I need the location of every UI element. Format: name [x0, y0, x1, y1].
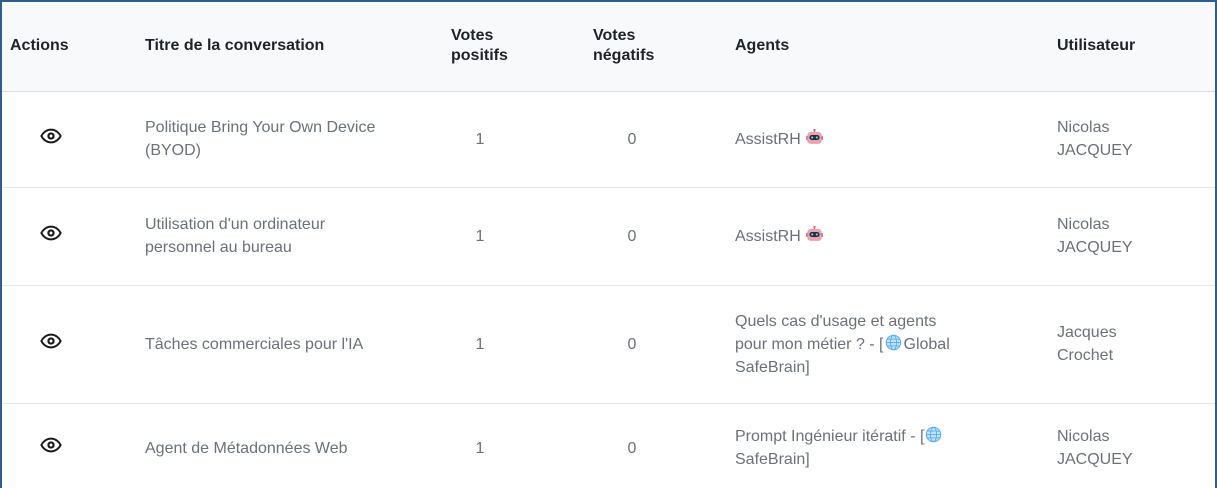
row-actions-cell [2, 403, 107, 488]
row-user-cell: Jacques Crochet [1031, 285, 1215, 404]
row-negative-votes: 0 [571, 285, 713, 404]
row-agent-line2: SafeBrain] [735, 451, 810, 468]
header-row: Actions Titre de la conversation Votes p… [2, 2, 1215, 92]
row-title-line1: Politique Bring Your Own Device [145, 119, 376, 136]
row-agent-line2-prefix: pour mon métier ? - [ [735, 335, 884, 353]
row-user-line2: JACQUEY [1057, 142, 1133, 159]
row-agent-line3: SafeBrain] [735, 358, 810, 376]
robot-icon [805, 225, 823, 243]
conversation-feedback-table-container: Actions Titre de la conversation Votes p… [0, 0, 1217, 488]
row-user-line1: Nicolas [1057, 119, 1110, 136]
header-user[interactable]: Utilisateur [1031, 2, 1215, 92]
row-agent-line1-prefix: Prompt Ingénieur itératif - [ [735, 428, 925, 445]
row-user-line1: Nicolas [1057, 428, 1110, 445]
table-body: Politique Bring Your Own Device (BYOD) 1… [2, 91, 1215, 488]
header-negative-votes[interactable]: Votes négatifs [571, 2, 713, 92]
row-agents-cell: Quels cas d'usage et agents pour mon mét… [713, 285, 1031, 404]
row-user-line2: JACQUEY [1057, 239, 1133, 256]
row-user-cell: Nicolas JACQUEY [1031, 91, 1215, 188]
row-title-cell: Politique Bring Your Own Device (BYOD) [107, 91, 429, 188]
row-title-cell: Utilisation d'un ordinateur personnel au… [107, 187, 429, 286]
row-positive-votes: 1 [429, 187, 571, 286]
row-negative-votes: 0 [571, 187, 713, 286]
row-user-line2: Crochet [1057, 347, 1114, 364]
row-agent-name: AssistRH [735, 227, 801, 245]
row-user-line1: Jacques [1057, 324, 1117, 341]
row-title-line1: Utilisation d'un ordinateur [145, 216, 326, 233]
header-positive-votes-line2: positifs [451, 47, 508, 65]
row-actions-cell [2, 285, 107, 404]
header-actions: Actions [2, 2, 107, 92]
row-positive-votes: 1 [429, 91, 571, 188]
row-actions-cell [2, 187, 107, 286]
eye-icon[interactable] [40, 330, 62, 352]
row-title-line1: Tâches commerciales pour l'IA [145, 335, 364, 353]
row-negative-votes: 0 [571, 403, 713, 488]
row-agents-cell: AssistRH [713, 187, 1031, 286]
row-title-line2: personnel au bureau [145, 239, 292, 256]
conversation-feedback-table: Actions Titre de la conversation Votes p… [2, 2, 1215, 488]
table-row: Agent de Métadonnées Web 1 0 Prompt Ingé… [2, 403, 1215, 488]
row-title-cell: Agent de Métadonnées Web [107, 403, 429, 488]
row-agent-line2-suffix: Global [903, 335, 950, 353]
row-title-cell: Tâches commerciales pour l'IA [107, 285, 429, 404]
row-title-line1: Agent de Métadonnées Web [145, 439, 348, 457]
header-negative-votes-line1: Votes [593, 27, 636, 45]
row-title-line2: (BYOD) [145, 142, 201, 159]
table-row: Tâches commerciales pour l'IA 1 0 Quels … [2, 285, 1215, 404]
eye-icon[interactable] [40, 222, 62, 244]
row-positive-votes: 1 [429, 403, 571, 488]
table-row: Utilisation d'un ordinateur personnel au… [2, 187, 1215, 286]
row-user-cell: Nicolas JACQUEY [1031, 187, 1215, 286]
row-actions-cell [2, 91, 107, 188]
row-user-line1: Nicolas [1057, 216, 1110, 233]
row-agents-cell: Prompt Ingénieur itératif - [ SafeBrain] [713, 403, 1031, 488]
robot-icon [805, 128, 823, 146]
row-user-cell: Nicolas JACQUEY [1031, 403, 1215, 488]
header-title[interactable]: Titre de la conversation [107, 2, 429, 92]
row-negative-votes: 0 [571, 91, 713, 188]
header-negative-votes-line2: négatifs [593, 47, 655, 65]
globe-icon [925, 426, 942, 443]
globe-icon [885, 334, 902, 351]
row-agent-name: AssistRH [735, 130, 801, 148]
header-positive-votes[interactable]: Votes positifs [429, 2, 571, 92]
row-agent-line1: Quels cas d'usage et agents [735, 312, 937, 330]
header-agents[interactable]: Agents [713, 2, 1031, 92]
eye-icon[interactable] [40, 125, 62, 147]
row-user-line2: JACQUEY [1057, 451, 1133, 468]
row-agents-cell: AssistRH [713, 91, 1031, 188]
table-header: Actions Titre de la conversation Votes p… [2, 2, 1215, 92]
table-row: Politique Bring Your Own Device (BYOD) 1… [2, 91, 1215, 188]
header-positive-votes-line1: Votes [451, 27, 494, 45]
row-positive-votes: 1 [429, 285, 571, 404]
eye-icon[interactable] [40, 434, 62, 456]
